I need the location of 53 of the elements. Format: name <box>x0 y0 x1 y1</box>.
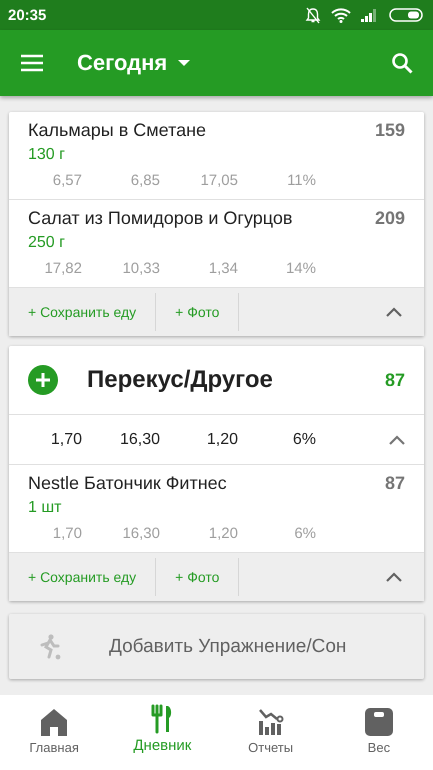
food-name: Кальмары в Сметане <box>28 120 206 141</box>
nutrient-value: 6,57 <box>52 172 82 189</box>
food-amount: 1 шт <box>28 499 63 517</box>
meal-calories: 87 <box>384 370 405 390</box>
nutrient-total: 6% <box>292 430 316 448</box>
nutrient-value: 1,70 <box>52 525 82 542</box>
nav-tab[interactable]: Главная <box>0 695 108 770</box>
status-time: 20:35 <box>8 6 48 24</box>
nav-tab[interactable]: Отчеты <box>216 695 325 770</box>
nutrient-total: 1,70 <box>50 430 82 448</box>
add-exercise-button[interactable]: Добавить Упражнение/Сон <box>9 614 424 679</box>
food-amount: 130 г <box>28 146 66 164</box>
food-entry[interactable]: Кальмары в Сметане 159 130 г 6,57 6,85 17,05 11% <box>9 112 424 200</box>
add-icon[interactable] <box>28 365 58 395</box>
food-name: Салат из Помидоров и Огурцов <box>28 208 292 229</box>
nutrient-value: 6% <box>294 525 316 542</box>
nutrient-value: 14% <box>286 260 316 277</box>
battery-icon <box>389 8 423 22</box>
dropdown-caret-icon[interactable] <box>177 59 192 67</box>
collapse-icon[interactable] <box>389 434 405 444</box>
food-amount: 250 г <box>28 234 66 252</box>
nutrient-value: 17,05 <box>200 172 238 189</box>
nutrient-value: 6,85 <box>130 172 160 189</box>
save-food-button[interactable]: + Сохранить еду <box>9 293 156 331</box>
wifi-icon <box>331 8 351 22</box>
search-icon[interactable] <box>391 52 413 74</box>
food-calories: 159 <box>374 120 405 141</box>
nutrient-value: 1,34 <box>208 260 238 277</box>
save-food-button[interactable]: + Сохранить еду <box>9 558 156 596</box>
collapse-icon[interactable] <box>386 307 402 317</box>
photo-button[interactable]: + Фото <box>156 558 240 596</box>
signal-icon <box>361 8 379 22</box>
bell-off-icon <box>305 6 321 24</box>
food-calories: 87 <box>384 473 405 494</box>
nav-tab[interactable]: Вес <box>324 695 433 770</box>
collapse-icon[interactable] <box>386 572 402 582</box>
photo-button[interactable]: + Фото <box>156 293 240 331</box>
nutrient-value: 11% <box>287 172 316 189</box>
menu-icon[interactable] <box>20 54 44 72</box>
home-icon <box>39 707 70 737</box>
nutrient-value: 1,20 <box>208 525 238 542</box>
nutrient-total: 1,20 <box>206 430 238 448</box>
meal-title: Перекус/Другое <box>87 366 274 394</box>
food-calories: 209 <box>374 208 405 229</box>
nutrient-value: 17,82 <box>44 260 82 277</box>
nav-tab[interactable]: Дневник <box>108 695 216 770</box>
nutrient-value: 16,30 <box>122 525 160 542</box>
food-name: Nestle Батончик Фитнес <box>28 473 227 494</box>
nutrient-total: 16,30 <box>120 430 160 448</box>
running-figure-icon <box>39 634 63 660</box>
date-title[interactable]: Сегодня <box>77 50 168 76</box>
nutrient-value: 10,33 <box>122 260 160 277</box>
scale-icon <box>364 707 394 737</box>
